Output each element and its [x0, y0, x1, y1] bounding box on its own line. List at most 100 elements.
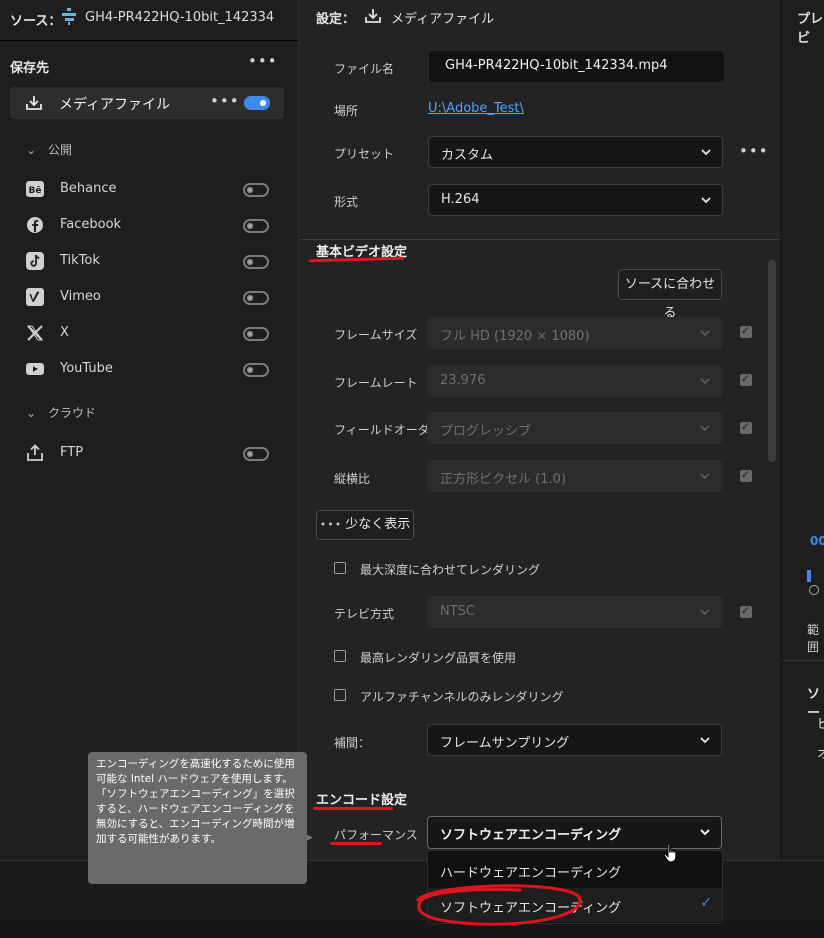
filename-value: GH4-PR422HQ-10bit_142334.mp4 [445, 58, 668, 73]
annotation-underline [330, 842, 382, 845]
download-icon [364, 8, 382, 24]
group-label-cloud: クラウド [48, 406, 97, 420]
encode-header[interactable]: エンコード設定 [316, 789, 407, 808]
media-file-destination[interactable]: メディアファイル ••• [10, 87, 284, 119]
settings-title: 設定： [316, 12, 356, 27]
more-dots-icon: ••• [319, 518, 343, 531]
format-select[interactable]: H.264 [428, 184, 723, 216]
tv-standard-label: テレビ方式 [334, 607, 395, 621]
performance-label: パフォーマンス [334, 828, 418, 842]
alpha-only-checkbox[interactable] [334, 689, 346, 701]
x-icon [26, 324, 44, 342]
settings-subtitle: メディアファイル [391, 12, 495, 27]
vimeo-toggle[interactable] [243, 291, 269, 305]
facebook-toggle[interactable] [243, 219, 269, 233]
destination-youtube[interactable]: YouTube [26, 356, 276, 384]
interp-select[interactable]: フレームサンプリング [427, 724, 722, 756]
destinations-title: 保存先 [10, 61, 50, 76]
annotation-underline [313, 807, 393, 810]
vimeo-icon [26, 288, 44, 306]
destination-tiktok[interactable]: TikTok [26, 248, 276, 276]
checkmark-icon: ✓ [700, 895, 712, 911]
aspect-select[interactable]: 正方形ピクセル (1.0) [427, 460, 722, 492]
destination-ftp[interactable]: FTP [26, 440, 276, 468]
source-label: ソース： [10, 14, 62, 29]
facebook-icon [26, 216, 44, 234]
source-section-line: ビ [817, 717, 824, 732]
chevron-down-icon [699, 826, 711, 838]
preset-label: プリセット [334, 147, 395, 161]
chevron-down-icon [699, 734, 711, 746]
x-toggle[interactable] [243, 327, 269, 341]
chevron-down-icon [700, 146, 712, 158]
settings-scrollbar[interactable] [768, 260, 776, 462]
group-header-cloud[interactable]: ⌄ クラウド [26, 404, 96, 421]
destination-facebook[interactable]: Facebook [26, 212, 276, 240]
performance-value: ソフトウェアエンコーディング [440, 828, 622, 843]
destination-x[interactable]: X [26, 320, 276, 348]
destinations-more-button[interactable]: ••• [248, 52, 278, 70]
frame-size-match-checkbox[interactable] [740, 324, 752, 338]
destination-vimeo[interactable]: Vimeo [26, 284, 276, 312]
svg-text:Bē: Bē [29, 186, 42, 196]
frame-rate-select[interactable]: 23.976 [427, 365, 722, 397]
section-divider [782, 660, 824, 661]
sequence-icon [60, 7, 78, 25]
behance-toggle[interactable] [243, 183, 269, 197]
alpha-only-label: アルファチャンネルのみレンダリング [360, 690, 564, 704]
show-less-button[interactable]: ••• 少なく表示 [316, 510, 414, 540]
chevron-down-icon [699, 375, 711, 387]
ftp-toggle[interactable] [243, 447, 269, 461]
max-depth-label: 最大深度に合わせてレンダリング [360, 563, 541, 577]
destination-label: Behance [60, 181, 117, 196]
filename-field[interactable]: GH4-PR422HQ-10bit_142334.mp4 [429, 51, 724, 82]
interp-value: フレームサンプリング [440, 736, 570, 751]
field-order-select[interactable]: プログレッシブ [427, 412, 722, 444]
media-file-more-button[interactable]: ••• [210, 92, 240, 110]
max-quality-checkbox[interactable] [334, 650, 346, 662]
filename-label: ファイル名 [334, 62, 395, 76]
destinations-panel: ソース： GH4-PR422HQ-10bit_142334 保存先 ••• メデ… [0, 0, 299, 860]
location-link[interactable]: U:\Adobe_Test\ [428, 101, 524, 116]
upload-icon [26, 444, 44, 462]
frame-rate-match-checkbox[interactable] [740, 372, 752, 386]
tiktok-toggle[interactable] [243, 255, 269, 269]
chevron-down-icon [699, 606, 711, 618]
in-point-handle[interactable] [809, 585, 819, 595]
annotation-circle [416, 884, 582, 926]
preset-select[interactable]: カスタム [428, 136, 723, 168]
source-bar: ソース： GH4-PR422HQ-10bit_142334 [0, 0, 298, 41]
timecode-display: 00 [810, 534, 824, 548]
max-quality-label: 最高レンダリング品質を使用 [360, 651, 517, 665]
group-header-publish[interactable]: ⌄ 公開 [26, 141, 72, 158]
match-source-button[interactable]: ソースに合わせる [618, 269, 722, 321]
section-divider [299, 239, 780, 240]
field-order-match-checkbox[interactable] [740, 420, 752, 434]
tiktok-icon [26, 252, 44, 270]
destination-behance[interactable]: Bē Behance [26, 176, 276, 204]
frame-rate-label: フレームレート [334, 376, 418, 390]
playhead-marker[interactable] [807, 570, 811, 582]
frame-rate-value: 23.976 [440, 373, 486, 388]
destination-label: X [60, 325, 69, 340]
media-file-toggle[interactable] [244, 96, 270, 110]
destination-label: YouTube [60, 361, 113, 376]
tv-standard-match-checkbox[interactable] [740, 604, 752, 618]
preview-panel: プレビ 00 範囲 ソー ビ オ [781, 0, 824, 860]
behance-icon: Bē [26, 180, 44, 198]
format-value: H.264 [441, 192, 480, 207]
frame-size-select[interactable]: フル HD (1920 × 1080) [427, 317, 722, 349]
download-icon [25, 95, 43, 111]
destination-label: TikTok [60, 253, 100, 268]
preset-more-button[interactable]: ••• [739, 142, 769, 160]
chevron-down-icon [700, 194, 712, 206]
frame-size-label: フレームサイズ [334, 328, 418, 342]
tv-standard-select[interactable]: NTSC [427, 596, 722, 628]
preview-title: プレビ [797, 12, 824, 46]
youtube-toggle[interactable] [243, 363, 269, 377]
field-order-value: プログレッシブ [440, 424, 532, 439]
destination-label: FTP [60, 445, 84, 460]
source-section-line: オ [817, 747, 824, 762]
max-depth-checkbox[interactable] [334, 562, 346, 574]
aspect-match-checkbox[interactable] [740, 468, 752, 482]
